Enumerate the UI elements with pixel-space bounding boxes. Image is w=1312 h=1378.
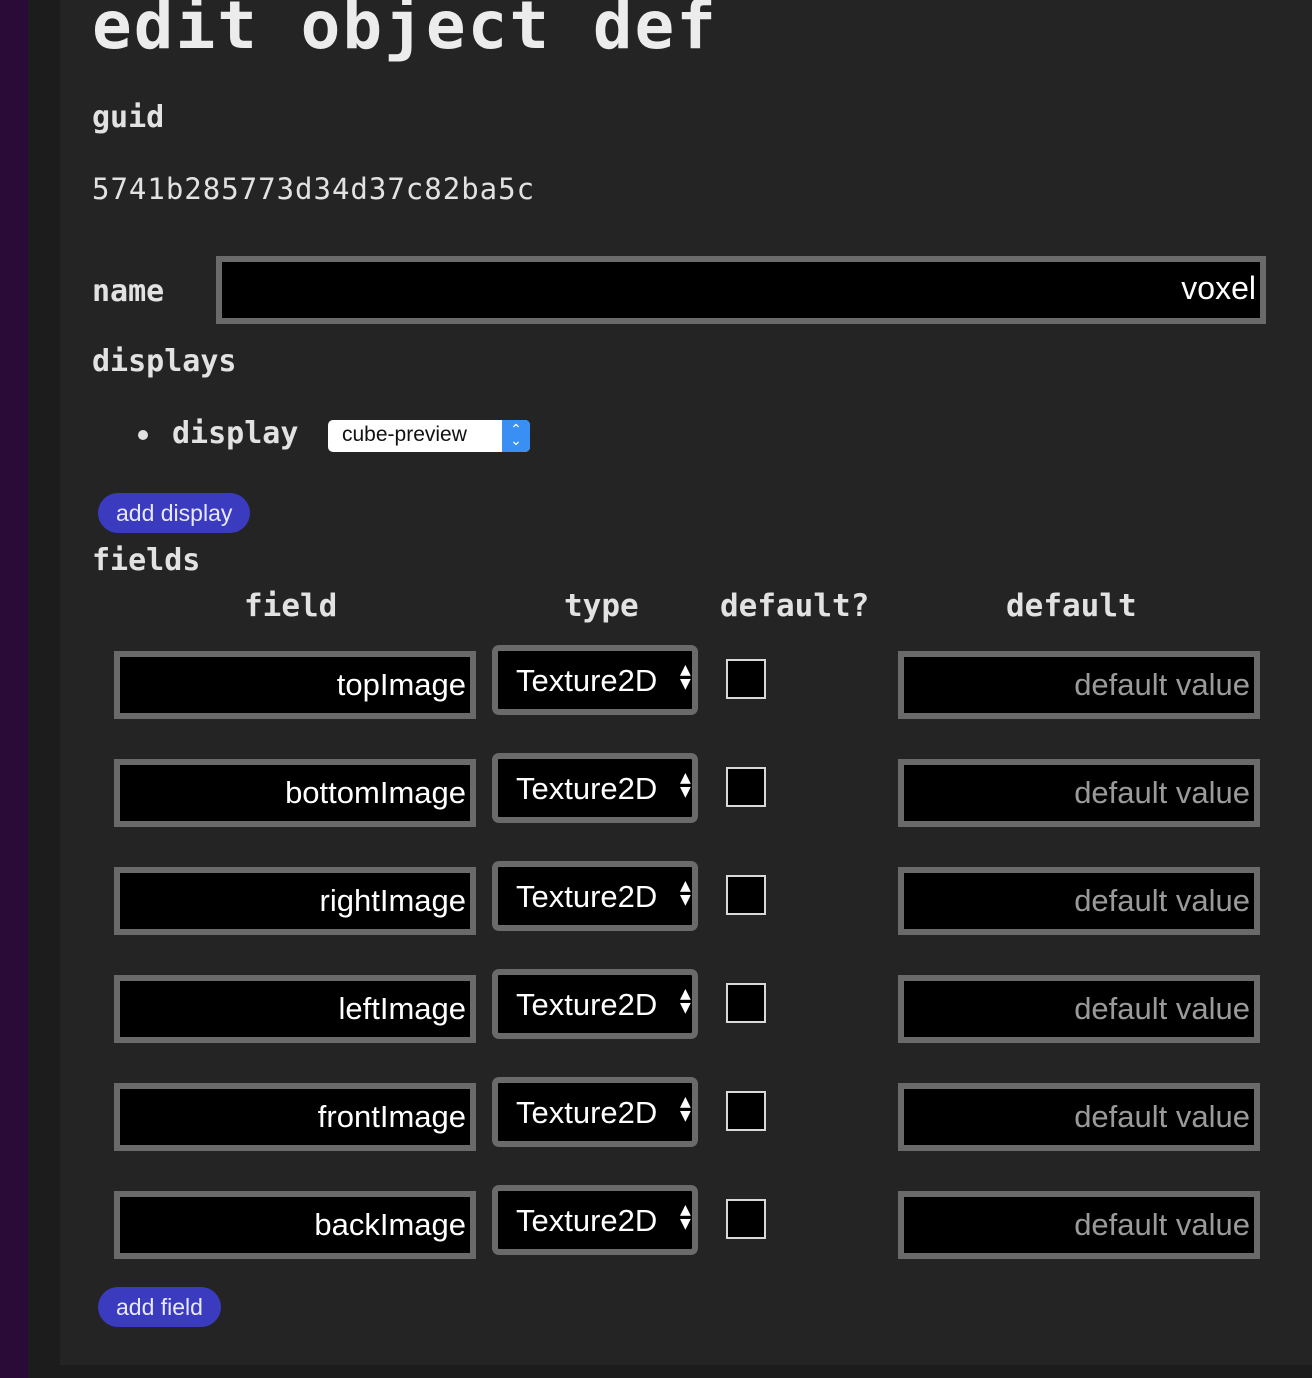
- up-down-chevron-icon: ▲ ▼: [680, 662, 691, 692]
- displays-label: displays: [92, 344, 237, 379]
- field-name-value: rightImage: [319, 883, 466, 918]
- field-name-value: backImage: [314, 1207, 466, 1242]
- bullet-icon: [138, 430, 148, 440]
- field-type-value: Texture2D: [516, 771, 658, 806]
- guid-label: guid: [92, 100, 165, 135]
- display-select-value: cube-preview: [342, 423, 467, 446]
- field-type-select[interactable]: Texture2D ▲ ▼: [492, 861, 698, 931]
- bottom-gutter: [28, 1365, 1312, 1378]
- default-value-placeholder: default value: [1074, 1207, 1250, 1242]
- field-name-value: leftImage: [338, 991, 466, 1026]
- field-name-value: bottomImage: [285, 775, 466, 810]
- display-item-label: display: [172, 416, 299, 451]
- has-default-checkbox[interactable]: [726, 1199, 766, 1239]
- has-default-checkbox[interactable]: [726, 875, 766, 915]
- field-name-input[interactable]: frontImage: [114, 1083, 476, 1151]
- up-down-chevron-icon: ▲ ▼: [680, 1094, 691, 1124]
- column-header-default-toggle: default?: [720, 588, 870, 624]
- field-name-value: topImage: [336, 667, 466, 702]
- default-value-placeholder: default value: [1074, 991, 1250, 1026]
- default-value-placeholder: default value: [1074, 883, 1250, 918]
- up-down-chevron-icon: ▲ ▼: [680, 986, 691, 1016]
- has-default-checkbox[interactable]: [726, 983, 766, 1023]
- add-field-button[interactable]: add field: [98, 1287, 221, 1327]
- field-type-select[interactable]: Texture2D ▲ ▼: [492, 1185, 698, 1255]
- name-input[interactable]: voxel: [216, 256, 1266, 324]
- edit-object-def-panel: edit object def guid 5741b285773d34d37c8…: [60, 0, 1312, 1365]
- guid-value: 5741b285773d34d37c82ba5c: [92, 172, 536, 206]
- default-value-placeholder: default value: [1074, 1099, 1250, 1134]
- fields-label: fields: [92, 543, 201, 578]
- table-row: backImage Texture2D ▲ ▼ default value: [60, 1185, 1312, 1263]
- default-value-placeholder: default value: [1074, 667, 1250, 702]
- field-type-value: Texture2D: [516, 1203, 658, 1238]
- has-default-checkbox[interactable]: [726, 1091, 766, 1131]
- column-header-field: field: [244, 588, 338, 624]
- field-type-value: Texture2D: [516, 987, 658, 1022]
- display-select[interactable]: cube-preview ⌃ ⌄: [328, 420, 530, 452]
- field-name-input[interactable]: rightImage: [114, 867, 476, 935]
- field-name-input[interactable]: leftImage: [114, 975, 476, 1043]
- up-down-chevron-icon: ▲ ▼: [680, 878, 691, 908]
- field-name-input[interactable]: topImage: [114, 651, 476, 719]
- left-sidebar-strip: [0, 0, 28, 1378]
- name-input-value: voxel: [1181, 270, 1256, 306]
- add-display-button[interactable]: add display: [98, 493, 251, 533]
- field-type-value: Texture2D: [516, 1095, 658, 1130]
- table-row: rightImage Texture2D ▲ ▼ default value: [60, 861, 1312, 939]
- column-header-type: type: [564, 588, 639, 624]
- default-value-input[interactable]: default value: [898, 651, 1260, 719]
- field-type-select[interactable]: Texture2D ▲ ▼: [492, 969, 698, 1039]
- page-title: edit object def: [92, 0, 719, 64]
- column-header-default: default: [1006, 588, 1137, 624]
- field-name-input[interactable]: backImage: [114, 1191, 476, 1259]
- field-type-select[interactable]: Texture2D ▲ ▼: [492, 753, 698, 823]
- table-row: frontImage Texture2D ▲ ▼ default value: [60, 1077, 1312, 1155]
- up-down-chevron-icon: ⌃ ⌄: [502, 420, 530, 452]
- name-label: name: [92, 274, 165, 309]
- has-default-checkbox[interactable]: [726, 659, 766, 699]
- left-gutter: [28, 0, 60, 1378]
- default-value-input[interactable]: default value: [898, 1191, 1260, 1259]
- field-type-value: Texture2D: [516, 879, 658, 914]
- default-value-input[interactable]: default value: [898, 867, 1260, 935]
- field-name-value: frontImage: [317, 1099, 466, 1134]
- field-type-value: Texture2D: [516, 663, 658, 698]
- default-value-input[interactable]: default value: [898, 1083, 1260, 1151]
- default-value-input[interactable]: default value: [898, 975, 1260, 1043]
- field-type-select[interactable]: Texture2D ▲ ▼: [492, 645, 698, 715]
- default-value-placeholder: default value: [1074, 775, 1250, 810]
- up-down-chevron-icon: ▲ ▼: [680, 770, 691, 800]
- default-value-input[interactable]: default value: [898, 759, 1260, 827]
- table-row: bottomImage Texture2D ▲ ▼ default value: [60, 753, 1312, 831]
- has-default-checkbox[interactable]: [726, 767, 766, 807]
- table-row: leftImage Texture2D ▲ ▼ default value: [60, 969, 1312, 1047]
- table-row: topImage Texture2D ▲ ▼ default value: [60, 645, 1312, 723]
- up-down-chevron-icon: ▲ ▼: [680, 1202, 691, 1232]
- field-name-input[interactable]: bottomImage: [114, 759, 476, 827]
- field-type-select[interactable]: Texture2D ▲ ▼: [492, 1077, 698, 1147]
